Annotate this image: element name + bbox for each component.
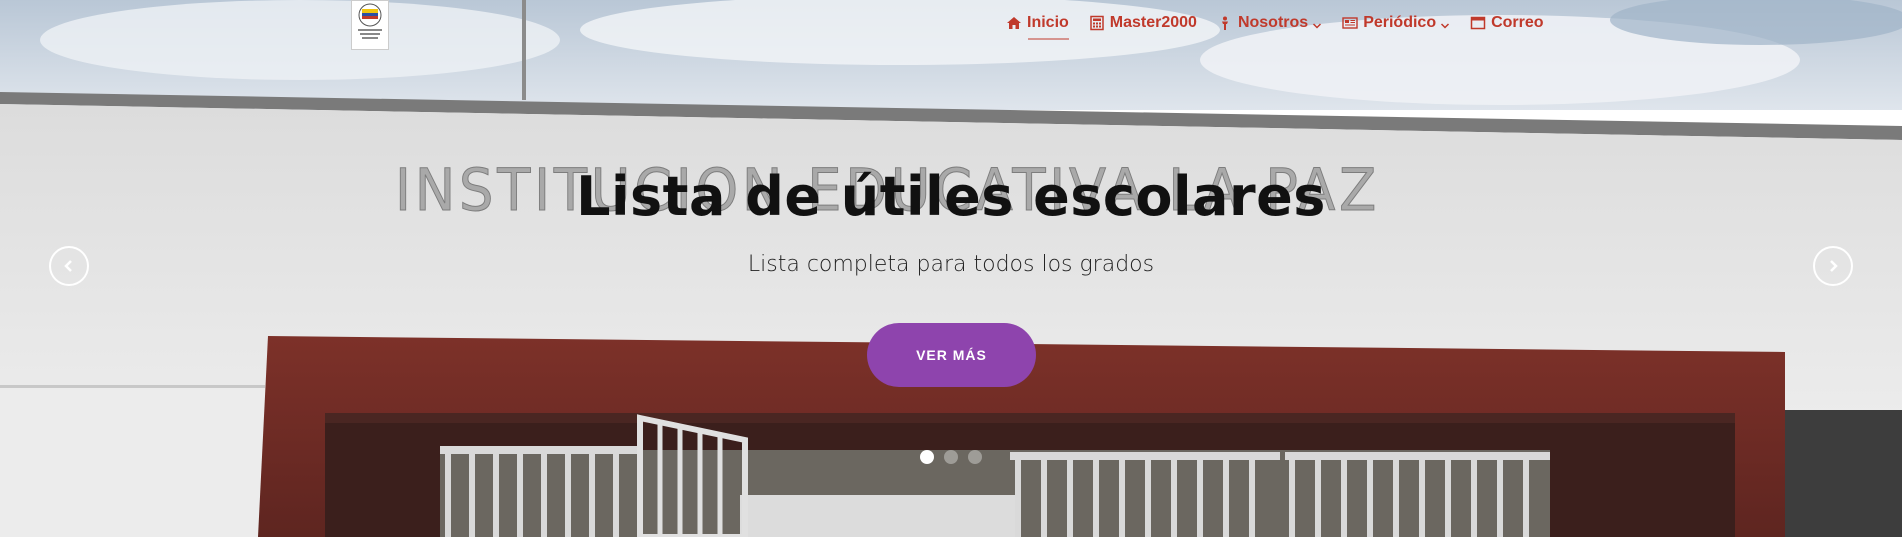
carousel-prev-button[interactable]: [49, 246, 89, 286]
slide-title: Lista de útiles escolares: [576, 165, 1326, 228]
main-nav: Inicio Master2000 Nosotros Periódico Cor…: [1006, 14, 1564, 40]
nav-item-master2000[interactable]: Master2000: [1089, 14, 1197, 40]
chevron-left-icon: [62, 259, 76, 273]
nav-label: Inicio: [1027, 14, 1069, 31]
nav-label: Nosotros: [1237, 14, 1309, 31]
school-logo[interactable]: [351, 0, 389, 50]
nav-label: Correo: [1491, 14, 1544, 31]
chevron-right-icon: [1826, 259, 1840, 273]
page: INSTITUCION EDUCATIVA LA PAZ Inicio Mast…: [0, 0, 1902, 537]
nav-item-nosotros[interactable]: Nosotros: [1217, 14, 1322, 40]
nav-item-periodico[interactable]: Periódico: [1342, 14, 1450, 40]
home-icon: [1006, 15, 1022, 31]
chevron-down-icon: [1312, 18, 1322, 29]
ver-mas-button[interactable]: VER MÁS: [867, 323, 1036, 387]
slide-subtitle: Lista completa para todos los grados: [747, 252, 1155, 277]
nav-item-correo[interactable]: Correo: [1470, 14, 1544, 40]
chevron-down-icon: [1440, 18, 1450, 29]
carousel-dot-1[interactable]: [920, 450, 934, 464]
carousel-dot-2[interactable]: [944, 450, 958, 464]
calculator-icon: [1089, 15, 1105, 31]
nav-label: Periódico: [1363, 14, 1437, 31]
carousel-next-button[interactable]: [1813, 246, 1853, 286]
nav-item-inicio[interactable]: Inicio: [1006, 14, 1069, 40]
person-icon: [1217, 15, 1233, 31]
nav-label: Master2000: [1109, 14, 1197, 31]
newspaper-icon: [1342, 15, 1358, 31]
carousel-dot-3[interactable]: [968, 450, 982, 464]
carousel-indicators: [920, 450, 982, 464]
window-icon: [1470, 15, 1486, 31]
